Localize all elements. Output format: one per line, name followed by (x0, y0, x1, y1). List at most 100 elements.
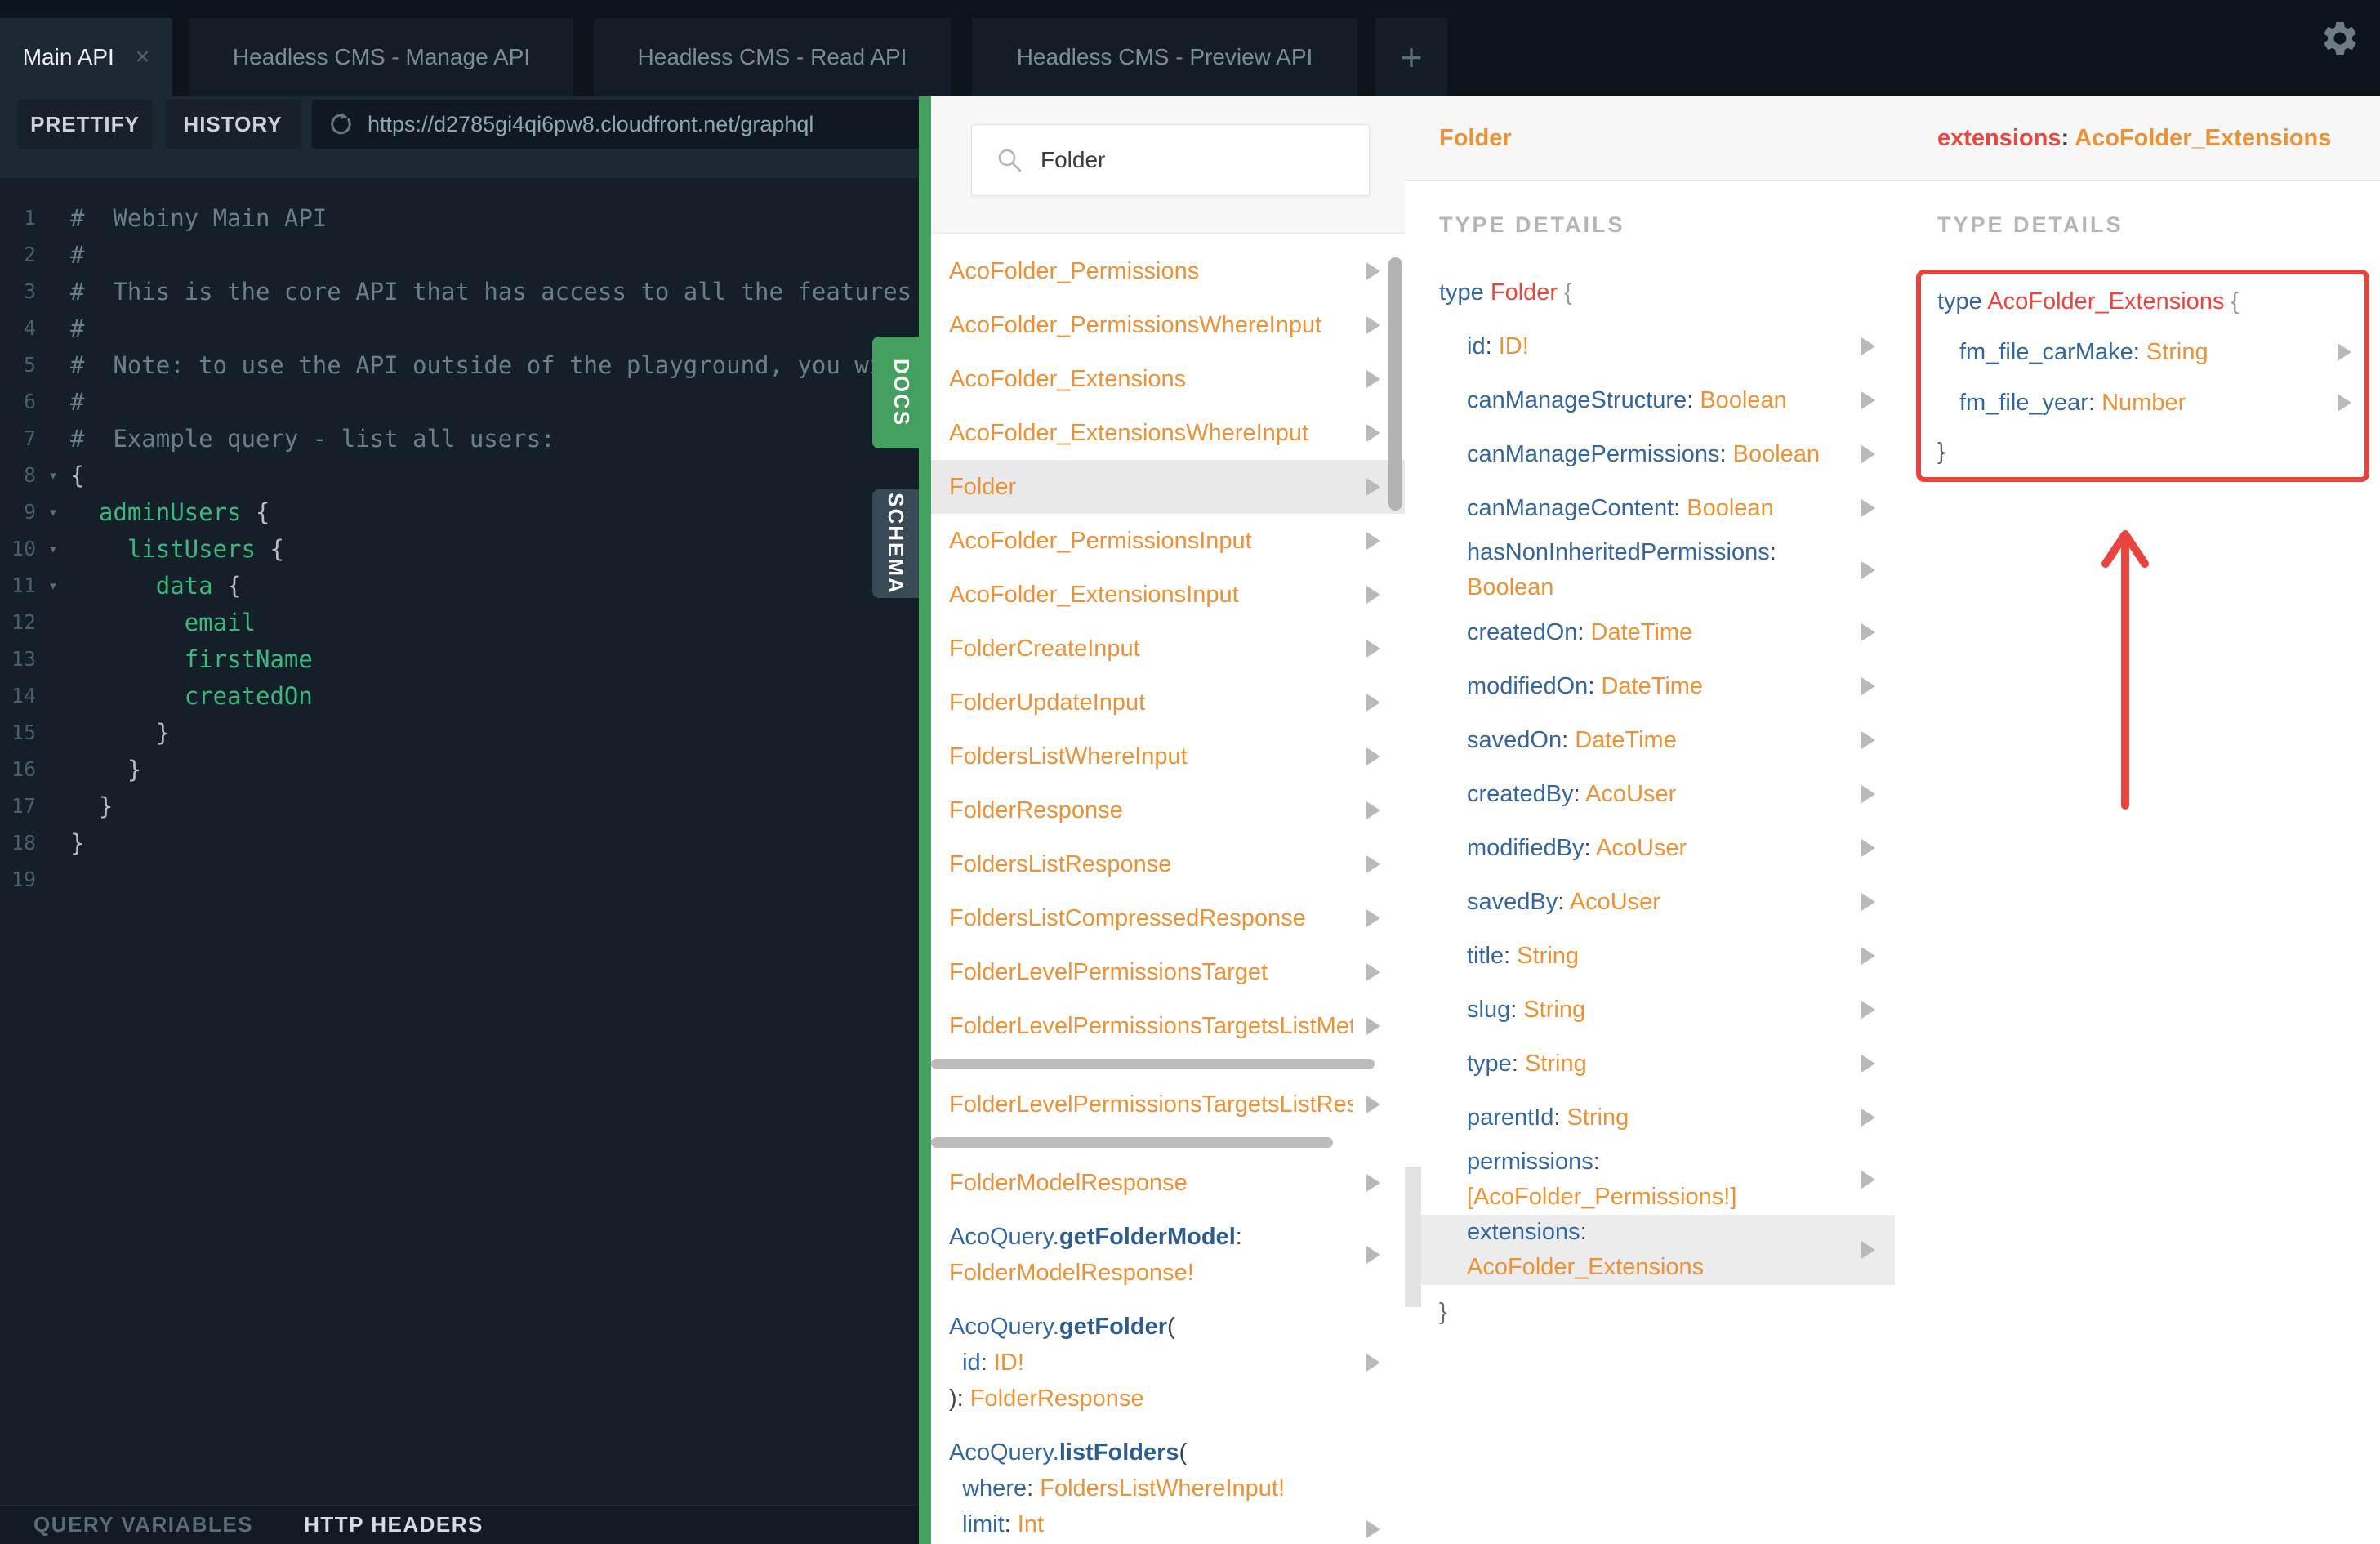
type-field-row-fm-file-year[interactable]: fm_file_year: Number (1921, 377, 2364, 428)
fold-arrow-icon[interactable]: ▾ (36, 466, 70, 484)
docs-list-item[interactable]: AcoQuery.getFolder( id: ID!): FolderResp… (931, 1300, 1405, 1426)
docs-search-input[interactable]: Folder (971, 124, 1370, 196)
http-headers-tab[interactable]: HTTP HEADERS (304, 1512, 484, 1537)
type-field-row-savedby[interactable]: savedBy: AcoUser (1405, 875, 1895, 929)
docs-list-item-foldermodelresponse[interactable]: FolderModelResponse (931, 1156, 1405, 1210)
fold-arrow-icon[interactable]: ▾ (36, 577, 70, 595)
type-field-row-parentid[interactable]: parentId: String (1405, 1091, 1895, 1145)
docs-list-item-folder[interactable]: Folder (931, 460, 1405, 514)
type-field-text: createdBy: AcoUser (1467, 780, 1677, 807)
panel-scrollbar[interactable] (1405, 1167, 1421, 1307)
docs-list-item-acofolder-extensionsinput[interactable]: AcoFolder_ExtensionsInput (931, 568, 1405, 622)
type-field-row-savedon[interactable]: savedOn: DateTime (1405, 713, 1895, 767)
prettify-button[interactable]: PRETTIFY (17, 100, 153, 149)
editor-docs-divider[interactable] (919, 96, 931, 1544)
expand-arrow-icon (1861, 731, 1875, 749)
docs-list-item-acofolder-permissions[interactable]: AcoFolder_Permissions (931, 244, 1405, 298)
type-field-row-createdon[interactable]: createdOn: DateTime (1405, 605, 1895, 659)
fold-arrow-icon[interactable]: ▾ (36, 503, 70, 521)
docs-list-item-acofolder-permissionsinput[interactable]: AcoFolder_PermissionsInput (931, 514, 1405, 568)
docs-list-scrollbar[interactable] (1388, 257, 1402, 511)
tab-headless-cms-read-api[interactable]: Headless CMS - Read API (594, 18, 951, 96)
tab-label: Main API (22, 44, 114, 69)
type-field-row-fm-file-carmake[interactable]: fm_file_carMake: String (1921, 327, 2364, 377)
code-line: 6 # (0, 383, 923, 420)
docs-item-line: limit: Int (949, 1511, 1045, 1537)
expand-arrow-icon (1861, 785, 1875, 803)
expand-arrow-icon (1861, 677, 1875, 695)
horizontal-scrollbar[interactable] (931, 1059, 1375, 1069)
docs-list-item-folderslistcompressedresponse[interactable]: FoldersListCompressedResponse (931, 891, 1405, 945)
type-field-row-type[interactable]: type: String (1405, 1037, 1895, 1091)
type-field-row-hasnoninheritedpermissions[interactable]: hasNonInheritedPermissions: Boolean (1405, 535, 1895, 605)
type-field-row-title[interactable]: title: String (1405, 929, 1895, 983)
docs-list-item-folderresponse[interactable]: FolderResponse (931, 783, 1405, 837)
tab-main-api[interactable]: Main API × (0, 18, 172, 96)
code-text: data { (155, 571, 242, 600)
code-line: 5 # Note: to use the API outside of the p… (0, 346, 923, 383)
history-button[interactable]: HISTORY (165, 100, 301, 149)
line-number: 10 (11, 537, 36, 560)
horizontal-scrollbar[interactable] (931, 1137, 1333, 1148)
type-field-row-canmanagecontent[interactable]: canManageContent: Boolean (1405, 481, 1895, 535)
code-text: email (184, 608, 256, 636)
docs-item-text: FolderCreateInput (949, 635, 1140, 662)
add-tab-button[interactable]: + (1375, 18, 1447, 96)
type-field-text: fm_file_year: Number (1959, 389, 2186, 416)
docs-list-item[interactable]: AcoQuery.listFolders( where: FoldersList… (931, 1426, 1405, 1544)
type-field-row-extensions[interactable]: extensions: AcoFolder_Extensions (1405, 1215, 1895, 1285)
type-field-row-permissions[interactable]: permissions: [AcoFolder_Permissions!] (1405, 1145, 1895, 1215)
docs-item-line: AcoQuery.listFolders( (949, 1439, 1188, 1466)
type-field-row-createdby[interactable]: createdBy: AcoUser (1405, 767, 1895, 821)
graphql-code-editor[interactable]: 1 # Webiny Main API 2 #3 # This is the core … (0, 178, 923, 1506)
docs-list-item-folderslistwhereinput[interactable]: FoldersListWhereInput (931, 730, 1405, 783)
settings-gear-icon[interactable] (2320, 18, 2360, 59)
docs-list-item-acofolder-extensions[interactable]: AcoFolder_Extensions (931, 352, 1405, 406)
expand-arrow-icon (1366, 316, 1380, 334)
docs-item-line: id: ID! (949, 1350, 1024, 1376)
docs-list-item-folderlevelpermissionstargetslistmeta[interactable]: FolderLevelPermissionsTargetsListMeta (931, 999, 1405, 1053)
search-icon (998, 149, 1022, 172)
docs-list-item-folderslistresponse[interactable]: FoldersListResponse (931, 837, 1405, 891)
type-field-row-canmanagestructure[interactable]: canManageStructure: Boolean (1405, 373, 1895, 427)
docs-list-item-acofolder-extensionswhereinput[interactable]: AcoFolder_ExtensionsWhereInput (931, 406, 1405, 460)
schema-side-tab[interactable]: SCHEMA (872, 489, 919, 598)
fold-arrow-icon[interactable]: ▾ (36, 540, 70, 558)
docs-side-tab[interactable]: DOCS (872, 337, 931, 448)
tab-headless-cms-manage-api[interactable]: Headless CMS - Manage API (189, 18, 573, 96)
expand-arrow-icon (1861, 561, 1875, 579)
docs-item-text: Folder (949, 473, 1017, 500)
type-field-row-modifiedon[interactable]: modifiedOn: DateTime (1405, 659, 1895, 713)
docs-list-item-acofolder-permissionswhereinput[interactable]: AcoFolder_PermissionsWhereInput (931, 298, 1405, 352)
expand-arrow-icon (1861, 893, 1875, 911)
docs-result-list: AcoFolder_Permissions AcoFolder_Permissio… (931, 233, 1405, 1544)
type-field-row-slug[interactable]: slug: String (1405, 983, 1895, 1037)
line-number: 6 (23, 390, 36, 413)
code-line: 9 ▾ adminUsers { (0, 493, 923, 530)
expand-arrow-icon (1366, 424, 1380, 442)
docs-list-item-foldercreateinput[interactable]: FolderCreateInput (931, 622, 1405, 676)
docs-item-text: AcoQuery.getFolderModel: FolderModelRespo… (949, 1210, 1353, 1300)
type-field-row-canmanagepermissions[interactable]: canManagePermissions: Boolean (1405, 427, 1895, 481)
docs-list-item-folderlevelpermissionstarget[interactable]: FolderLevelPermissionsTarget (931, 945, 1405, 999)
type-field-row-modifiedby[interactable]: modifiedBy: AcoUser (1405, 821, 1895, 875)
docs-list-item-folderupdateinput[interactable]: FolderUpdateInput (931, 676, 1405, 730)
query-editor-pane: PRETTIFY HISTORY https://d2785gi4qi6pw8.… (0, 96, 923, 1544)
docs-search-value: Folder (1041, 147, 1106, 172)
code-text: createdOn (184, 681, 313, 710)
expand-arrow-icon (1861, 1001, 1875, 1019)
docs-item-text: FoldersListResponse (949, 850, 1172, 877)
expand-arrow-icon (1366, 1520, 1380, 1538)
type-field-row-id[interactable]: id: ID! (1405, 319, 1895, 373)
expand-arrow-icon (1366, 640, 1380, 658)
type-field-text: permissions: [AcoFolder_Permissions!] (1467, 1149, 1737, 1210)
tab-headless-cms-preview-api[interactable]: Headless CMS - Preview API (972, 18, 1357, 96)
endpoint-url-input[interactable]: https://d2785gi4qi6pw8.cloudfront.net/gr… (312, 100, 923, 149)
docs-list-item[interactable]: AcoQuery.getFolderModel: FolderModelRespo… (931, 1210, 1405, 1300)
line-number: 4 (23, 316, 36, 340)
code-line: 1 # Webiny Main API (0, 199, 923, 236)
query-variables-tab[interactable]: QUERY VARIABLES (33, 1512, 253, 1537)
close-icon[interactable]: × (136, 45, 150, 69)
docs-item-text: AcoFolder_PermissionsWhereInput (949, 311, 1322, 338)
docs-list-item-folderlevelpermissionstargetslistrespo[interactable]: FolderLevelPermissionsTargetsListRespo (931, 1078, 1405, 1131)
